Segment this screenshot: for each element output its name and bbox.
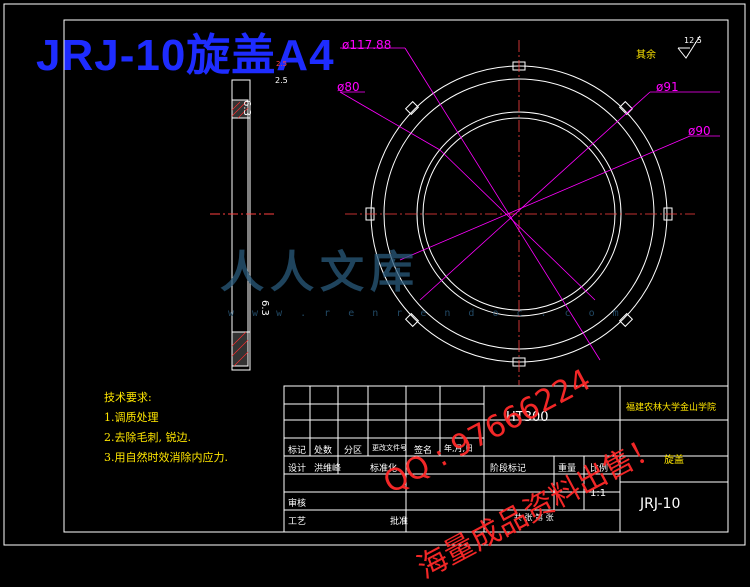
label-process: 工艺 <box>288 517 307 527</box>
tech-item: 1.调质处理 <box>104 411 159 424</box>
tech-item: 3.用自然时效消除内应力. <box>104 451 228 464</box>
dim-thickness-top: 6.3 <box>241 100 252 116</box>
dim-outer-diameter: ø117.88 <box>342 38 392 52</box>
watermark-site: 人人文库 <box>220 247 420 298</box>
dim-small-2: 2.5 <box>276 60 288 68</box>
label-doc-no: 更改文件号 <box>372 444 407 452</box>
front-center-lines <box>345 40 695 385</box>
drawing-number: JRJ-10 <box>640 496 681 512</box>
dim-inner-diameter: ø80 <box>337 80 360 94</box>
label-zone: 分区 <box>344 446 363 456</box>
part-name: 旋盖 <box>664 455 684 466</box>
tech-item: 2.去除毛刺, 锐边. <box>104 431 191 444</box>
roughness-label: 其余 <box>636 50 656 61</box>
label-count: 处数 <box>314 446 333 456</box>
label-designer: 洪维峰 <box>314 464 342 474</box>
label-review: 审核 <box>288 499 307 509</box>
dim-small: 2.5 <box>275 76 288 85</box>
dim-bore-diameter: ø90 <box>688 124 711 138</box>
label-mark: 标记 <box>288 446 307 456</box>
tech-requirements: 技术要求: 1.调质处理 2.去除毛刺, 锐边. 3.用自然时效消除内应力. <box>104 388 228 468</box>
roughness-value: 12.5 <box>684 36 702 45</box>
watermark-url: w w w . r e n r e n d o c . c o m <box>228 308 625 319</box>
side-view <box>231 79 251 371</box>
label-stage: 阶段标记 <box>490 464 527 474</box>
side-view-hatch <box>231 101 249 367</box>
watermark-title: JRJ-10旋盖A4 <box>36 31 335 80</box>
dim-ring-diameter: ø91 <box>656 80 679 94</box>
label-approve: 批准 <box>390 517 409 527</box>
school-name: 福建农林大学金山学院 <box>626 403 717 413</box>
tech-heading: 技术要求: <box>104 391 152 404</box>
label-design: 设计 <box>288 464 307 474</box>
